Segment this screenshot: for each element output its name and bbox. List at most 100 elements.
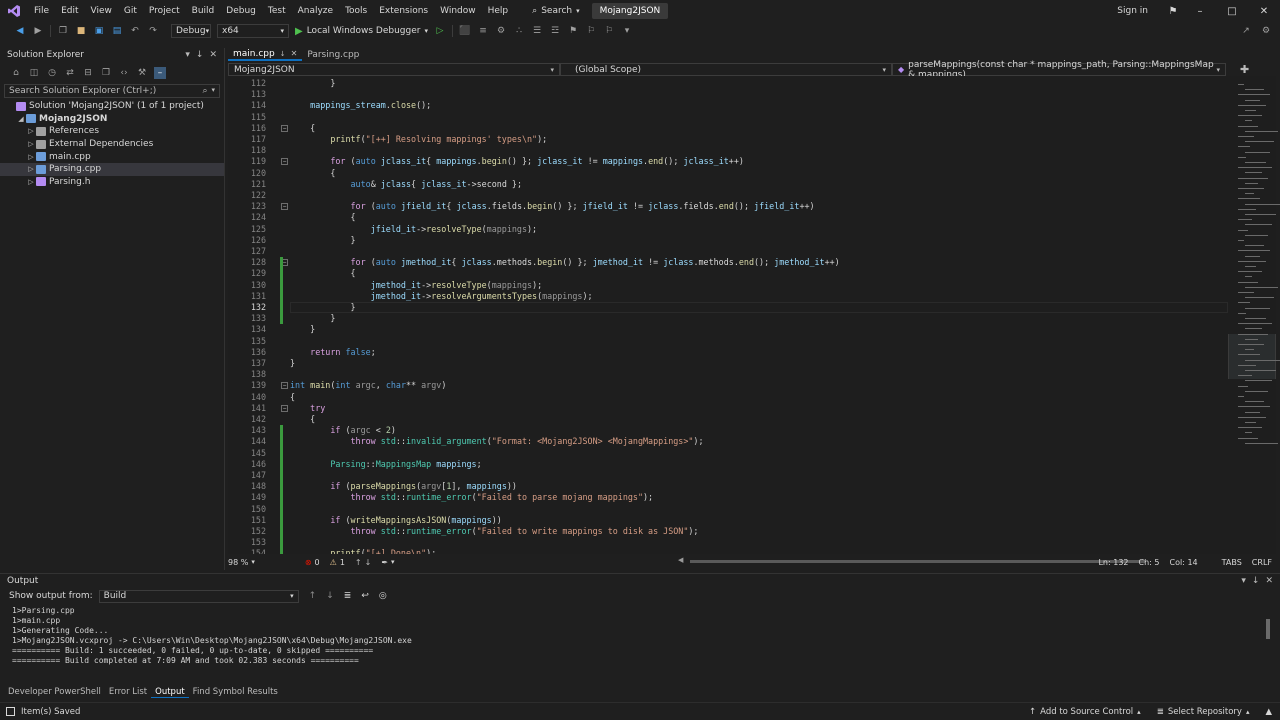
tab-parsing-cpp[interactable]: Parsing.cpp — [302, 48, 364, 61]
code-line[interactable]: 134 } — [228, 324, 1228, 335]
menu-item-debug[interactable]: Debug — [220, 0, 262, 22]
code-line[interactable]: 127 — [228, 246, 1228, 257]
menu-item-analyze[interactable]: Analyze — [292, 0, 339, 22]
menu-item-file[interactable]: File — [28, 0, 55, 22]
code-line[interactable]: 147 — [228, 470, 1228, 481]
uncomment-icon[interactable]: ☲ — [549, 25, 561, 37]
scroll-left-icon[interactable]: ◀ — [678, 556, 683, 564]
code-cleanup-button[interactable]: ✒ ▾ — [381, 558, 394, 567]
minimize-button[interactable]: – — [1184, 0, 1216, 22]
comment-icon[interactable]: ☰ — [531, 25, 543, 37]
save-icon[interactable]: ▣ — [93, 25, 105, 37]
code-line[interactable]: 143 if (argc < 2) — [228, 425, 1228, 436]
toolbar-options-icon[interactable]: ▾ — [621, 25, 633, 37]
code-editor[interactable]: 112 } 113 114 mappings_stream.close(); 115 1… — [228, 76, 1228, 554]
redo-icon[interactable]: ↷ — [147, 25, 159, 37]
tab-developer-powershell[interactable]: Developer PowerShell — [4, 687, 105, 697]
menu-item-help[interactable]: Help — [482, 0, 515, 22]
start-debugging-button[interactable]: ▶ Local Windows Debugger ▾ — [295, 26, 428, 37]
code-line[interactable]: 120 { — [228, 168, 1228, 179]
save-all-icon[interactable]: ▤ — [111, 25, 123, 37]
code-line[interactable]: 146 Parsing::MappingsMap mappings; — [228, 459, 1228, 470]
properties-icon[interactable]: ⚒ — [136, 67, 148, 79]
collapse-all-icon[interactable]: ⊟ — [82, 67, 94, 79]
line-number[interactable]: Ln: 132 — [1098, 558, 1128, 567]
code-line[interactable]: 153 — [228, 537, 1228, 548]
code-line[interactable]: 149 throw std::runtime_error("Failed to … — [228, 492, 1228, 503]
switch-views-icon[interactable]: ◫ — [28, 67, 40, 79]
code-line[interactable]: 123 − for (auto jfield_it{ jclass.fields.… — [228, 201, 1228, 212]
close-icon[interactable]: ✕ — [209, 50, 217, 60]
solution-search-input[interactable]: Search Solution Explorer (Ctrl+;) ⌕ ▾ — [4, 84, 220, 98]
pin-icon[interactable]: ↓ — [280, 50, 286, 58]
open-log-icon[interactable]: ◎ — [379, 591, 387, 601]
code-line[interactable]: 148 if (parseMappings(argv[1], mappings)… — [228, 481, 1228, 492]
code-line[interactable]: 135 — [228, 336, 1228, 347]
preview-icon[interactable]: ‹› — [118, 67, 130, 79]
step-icon[interactable]: ⚙ — [495, 25, 507, 37]
tree-item[interactable]: ▷ References — [0, 125, 224, 138]
issue-navigation[interactable]: ↑ ↓ — [355, 558, 371, 567]
visual-studio-logo-icon[interactable] — [0, 0, 28, 22]
code-line[interactable]: 114 mappings_stream.close(); — [228, 100, 1228, 111]
sync-icon[interactable]: ⇄ — [64, 67, 76, 79]
code-line[interactable]: 133 } — [228, 313, 1228, 324]
code-line[interactable]: 137} — [228, 358, 1228, 369]
tab-find-symbol-results[interactable]: Find Symbol Results — [189, 687, 282, 697]
home-icon[interactable]: ⌂ — [10, 67, 22, 79]
sign-in-link[interactable]: Sign in — [1117, 6, 1148, 16]
code-line[interactable]: 136 return false; — [228, 347, 1228, 358]
menu-item-window[interactable]: Window — [434, 0, 482, 22]
menu-item-test[interactable]: Test — [262, 0, 292, 22]
code-line[interactable]: 140 { — [228, 392, 1228, 403]
tab-output[interactable]: Output — [151, 687, 189, 698]
word-wrap-icon[interactable]: ↩ — [361, 591, 369, 601]
code-line[interactable]: 154 printf("[+] Done\n"); — [228, 548, 1228, 554]
settings-icon[interactable]: ⚙ — [1260, 25, 1272, 37]
code-line[interactable]: 113 — [228, 89, 1228, 100]
code-line[interactable]: 130 jmethod_it->resolveType(mappings); — [228, 280, 1228, 291]
add-to-source-control-button[interactable]: ↑ Add to Source Control ▴ — [1029, 707, 1141, 717]
warning-count[interactable]: ⚠ 1 — [330, 558, 345, 567]
code-line[interactable]: 129 { — [228, 268, 1228, 279]
undo-icon[interactable]: ↶ — [129, 25, 141, 37]
chevron-right-icon[interactable]: ▷ — [26, 153, 36, 161]
tree-item[interactable]: ▷ Parsing.h — [0, 176, 224, 189]
diagnostics-icon[interactable]: ≡ — [477, 25, 489, 37]
editor-scroll-map[interactable] — [1228, 76, 1280, 554]
platform-dropdown[interactable]: x64 ▾ — [217, 24, 289, 38]
forward-navigation-icon[interactable]: ▶ — [32, 25, 44, 37]
code-line[interactable]: 138 — [228, 369, 1228, 380]
split-editor-icon[interactable]: ✚ — [1240, 63, 1249, 76]
chevron-right-icon[interactable]: ▷ — [26, 127, 36, 135]
chevron-right-icon[interactable]: ▷ — [26, 140, 36, 148]
column-number[interactable]: Col: 14 — [1170, 558, 1198, 567]
code-line[interactable]: 141 − try — [228, 403, 1228, 414]
notifications-icon[interactable]: ▲ — [1265, 707, 1272, 717]
menu-item-extensions[interactable]: Extensions — [373, 0, 434, 22]
zoom-dropdown[interactable]: 98 % ▾ — [228, 558, 255, 567]
scroll-map-viewport[interactable] — [1228, 334, 1276, 379]
error-count[interactable]: ⊗ 0 — [305, 558, 320, 567]
tab-main-cpp[interactable]: main.cpp ↓ ✕ — [228, 48, 303, 61]
project-dropdown[interactable]: Mojang2JSON ▾ — [228, 63, 560, 76]
auto-hide-pin-icon[interactable]: ↓ — [196, 50, 204, 60]
solution-title-badge[interactable]: Mojang2JSON — [591, 3, 669, 19]
chevron-down-icon[interactable]: ◢ — [16, 115, 26, 123]
menu-item-project[interactable]: Project — [143, 0, 186, 22]
close-button[interactable]: ✕ — [1248, 0, 1280, 22]
menu-item-build[interactable]: Build — [186, 0, 221, 22]
code-line[interactable]: 145 — [228, 448, 1228, 459]
collapse-icon[interactable]: − — [281, 124, 288, 132]
indentation-mode[interactable]: TABS — [1222, 558, 1242, 567]
feedback-icon[interactable]: ⚑ — [1162, 0, 1184, 22]
clear-all-icon[interactable]: ≣ — [344, 591, 352, 601]
close-icon[interactable]: ✕ — [1265, 576, 1273, 586]
code-line[interactable]: 117 printf("[++] Resolving mappings' typ… — [228, 134, 1228, 145]
code-line[interactable]: 142 { — [228, 414, 1228, 425]
bookmark-prev-icon[interactable]: ⚐ — [585, 25, 597, 37]
code-line[interactable]: 151 if (writeMappingsAsJSON(mappings)) — [228, 515, 1228, 526]
code-line[interactable]: 118 — [228, 145, 1228, 156]
start-without-debugging-icon[interactable]: ▷ — [434, 25, 446, 37]
output-source-dropdown[interactable]: Build ▾ — [98, 589, 299, 603]
